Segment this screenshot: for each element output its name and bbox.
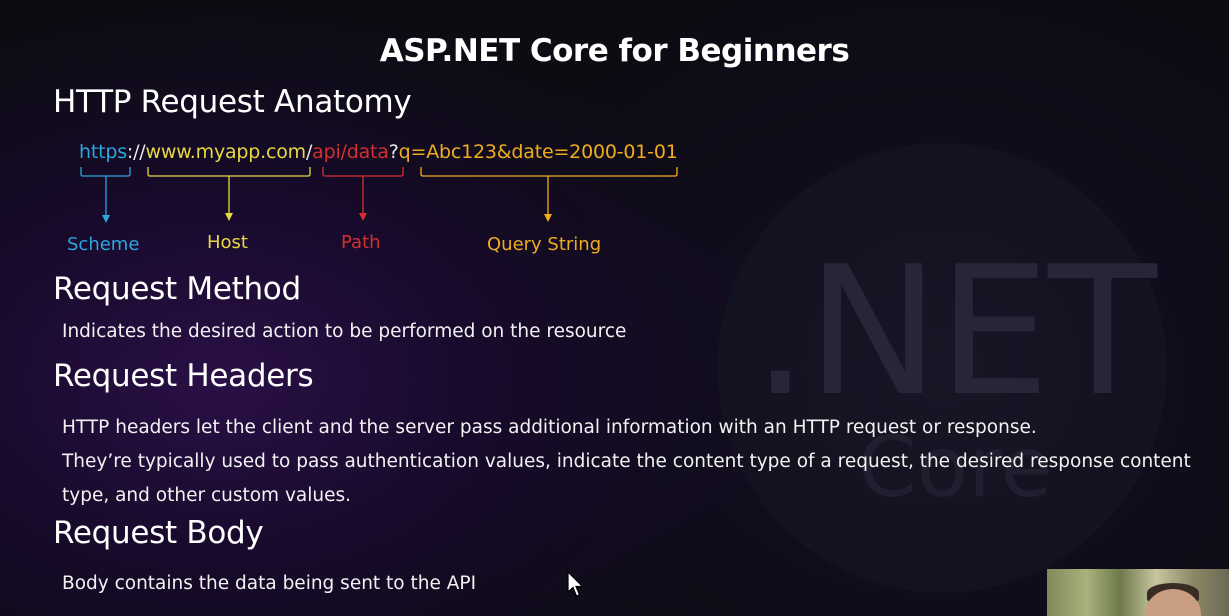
headers-description-line-3: type, and other custom values. xyxy=(62,485,351,506)
body-description: Body contains the data being sent to the… xyxy=(62,573,477,594)
presenter-webcam-overlay xyxy=(1047,569,1229,616)
path-arrowhead xyxy=(359,213,367,221)
host-bracket xyxy=(147,167,311,214)
method-description: Indicates the desired action to be perfo… xyxy=(62,321,627,342)
label-path: Path xyxy=(341,232,381,253)
query-arrowhead xyxy=(544,214,552,222)
label-query-string: Query String xyxy=(487,234,602,255)
path-bracket xyxy=(322,167,404,214)
label-host: Host xyxy=(207,232,248,253)
scheme-arrowhead xyxy=(102,215,110,223)
headers-description-line-1: HTTP headers let the client and the serv… xyxy=(62,417,1037,438)
headers-description-line-2: They’re typically used to pass authentic… xyxy=(62,451,1191,472)
body-heading: Request Body xyxy=(53,515,264,551)
mouse-pointer-icon xyxy=(567,571,584,597)
label-scheme: Scheme xyxy=(67,234,140,255)
headers-heading: Request Headers xyxy=(53,358,314,394)
method-heading: Request Method xyxy=(53,271,301,307)
scheme-bracket xyxy=(80,167,131,216)
query-bracket xyxy=(420,167,678,215)
host-arrowhead xyxy=(225,213,233,221)
